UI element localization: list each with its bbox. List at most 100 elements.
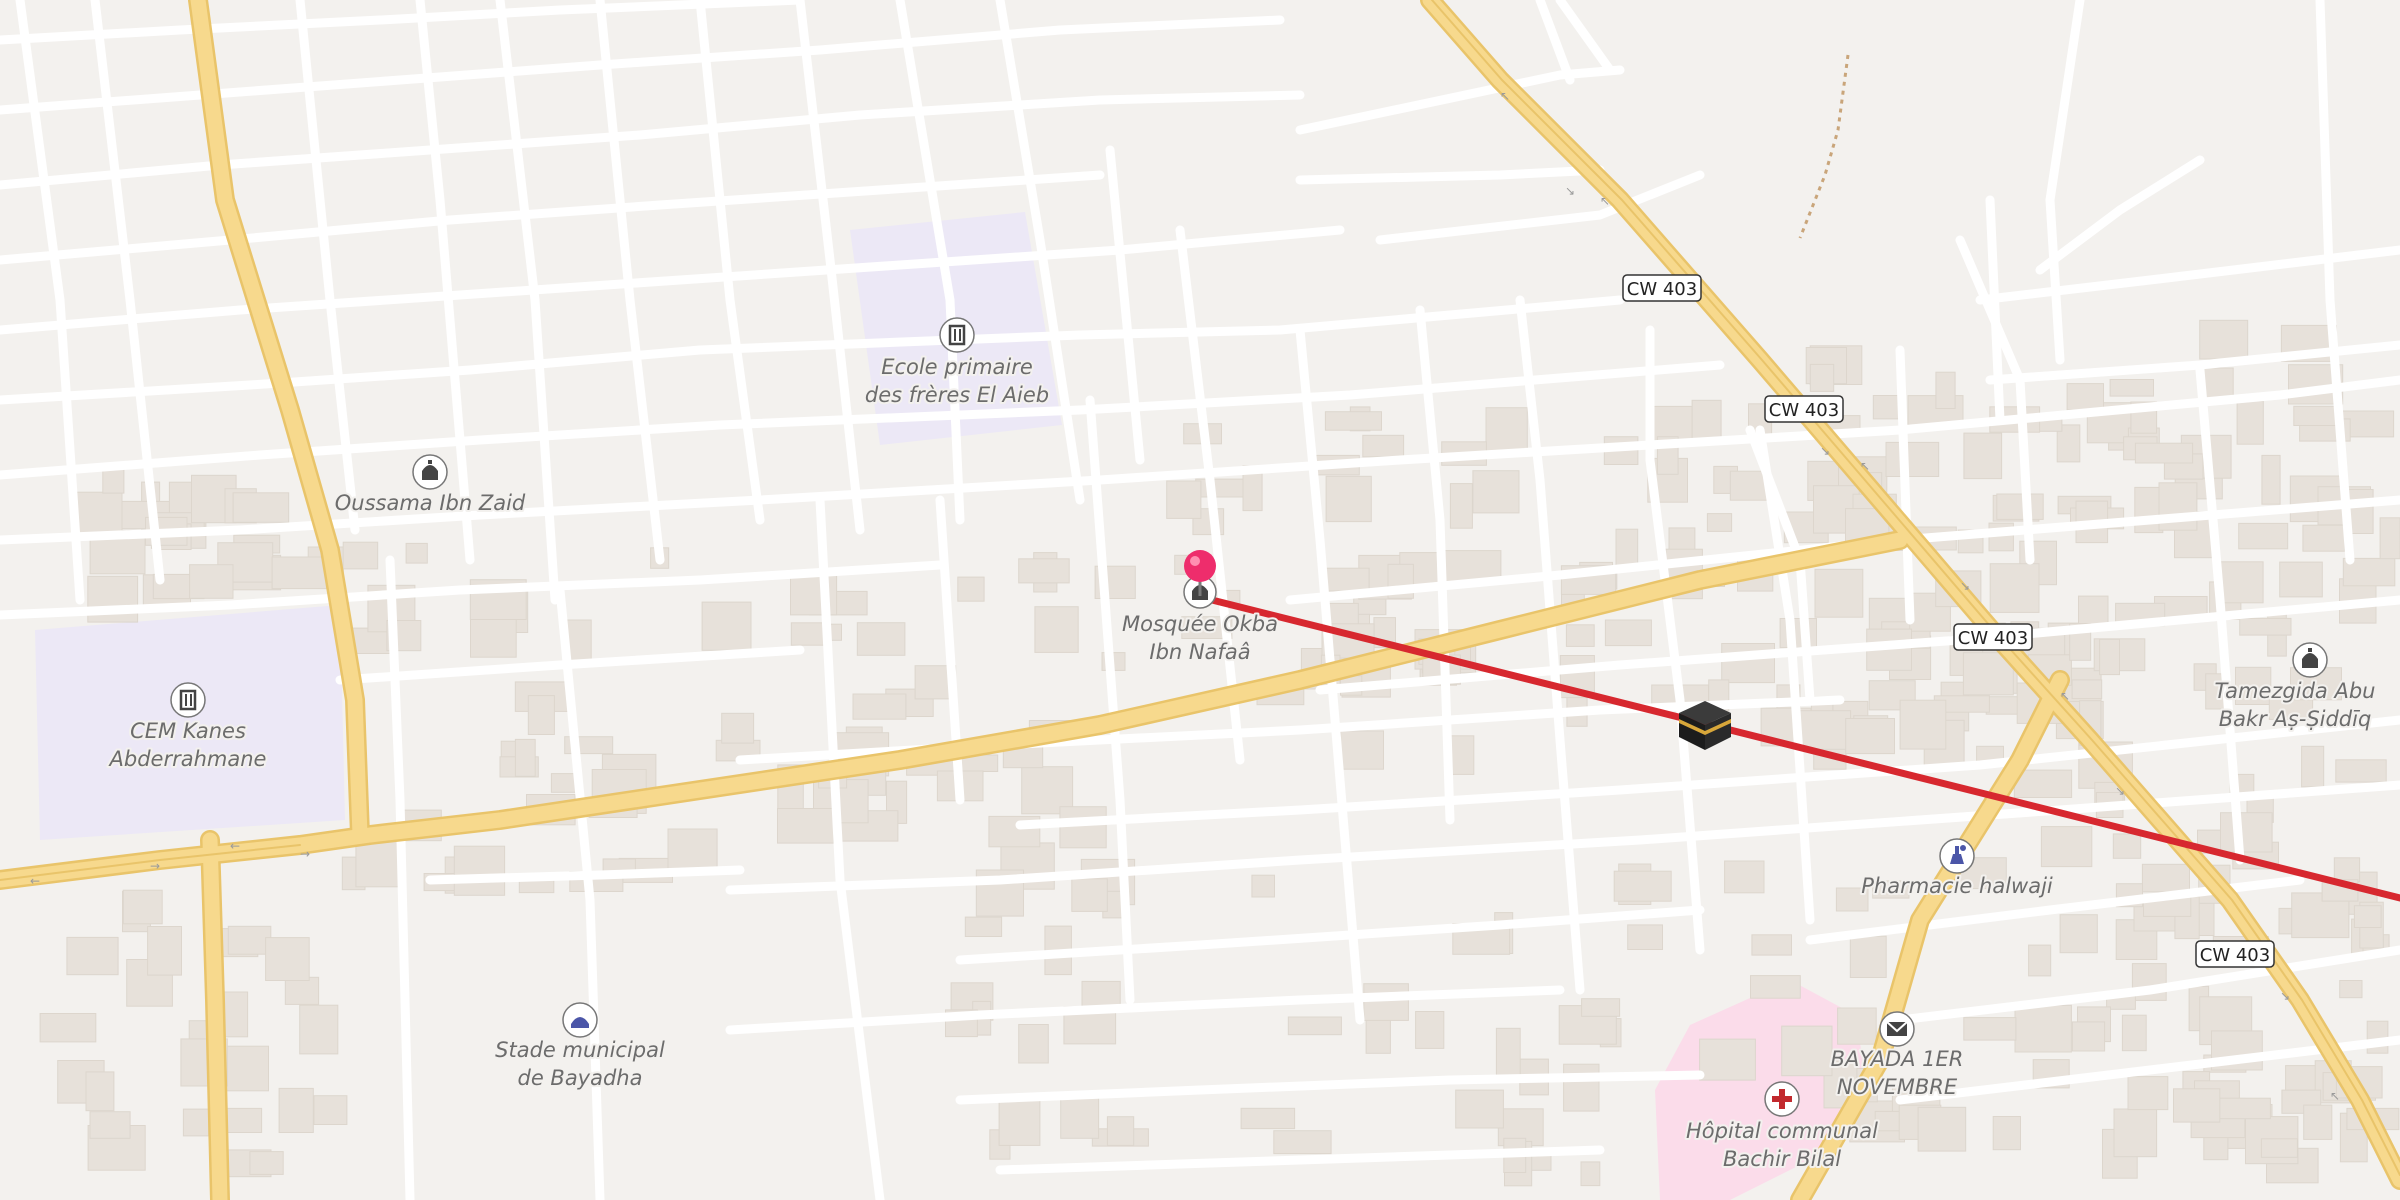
building xyxy=(1106,1116,1135,1146)
building xyxy=(147,926,183,976)
building xyxy=(2302,524,2346,552)
building xyxy=(1565,624,1595,647)
building xyxy=(550,773,577,793)
building xyxy=(2121,1014,2147,1052)
building xyxy=(299,1004,339,1055)
poi-label: Bachir Bilal xyxy=(1723,1147,1841,1171)
building xyxy=(2173,1088,2221,1123)
building xyxy=(405,542,428,564)
svg-text:↘: ↘ xyxy=(2115,784,2125,798)
poi-label: CEM Kanes xyxy=(130,719,246,743)
building xyxy=(790,622,826,646)
building xyxy=(2113,1108,2158,1158)
building xyxy=(2202,367,2234,400)
mosque-icon xyxy=(2292,642,2328,678)
svg-text:↘: ↘ xyxy=(1820,444,1830,458)
building xyxy=(85,1071,115,1112)
building xyxy=(453,845,506,896)
building xyxy=(1615,528,1639,568)
building xyxy=(278,1087,314,1134)
road-shield: CW 403 xyxy=(1764,395,1844,423)
building xyxy=(1781,1025,1833,1077)
building xyxy=(1613,870,1672,902)
building xyxy=(998,1095,1041,1146)
building xyxy=(527,695,555,735)
building xyxy=(1845,718,1895,755)
building xyxy=(1455,1089,1504,1129)
building xyxy=(1814,568,1864,618)
poi-label: Bakr Aṣ-Ṣiddīq xyxy=(2219,707,2372,731)
svg-text:←: ← xyxy=(30,874,40,888)
building xyxy=(1750,975,1801,999)
building xyxy=(182,1108,210,1137)
building xyxy=(856,622,906,656)
svg-text:←: ← xyxy=(230,839,240,853)
building xyxy=(1849,935,1887,979)
building xyxy=(1837,1007,1877,1045)
building xyxy=(249,1151,284,1175)
building xyxy=(1415,1011,1445,1049)
building xyxy=(1563,1063,1600,1112)
building xyxy=(2238,522,2289,550)
poi-label: BAYADA 1ER xyxy=(1831,1047,1964,1071)
building xyxy=(1691,399,1722,440)
building xyxy=(1885,441,1940,477)
building xyxy=(2141,863,2190,893)
poi-label: NOVEMBRE xyxy=(1837,1075,1958,1099)
building xyxy=(1240,1107,1296,1130)
road-shield: CW 403 xyxy=(2195,940,2275,968)
building xyxy=(1325,475,1372,523)
school-icon xyxy=(170,682,206,718)
building xyxy=(2303,1104,2333,1140)
building xyxy=(225,1045,270,1092)
building xyxy=(1580,1161,1601,1187)
building xyxy=(1989,563,2040,613)
building xyxy=(1724,860,1765,894)
building xyxy=(1668,527,1696,553)
building xyxy=(2127,1076,2169,1111)
building xyxy=(271,556,327,590)
building xyxy=(2379,517,2400,560)
building xyxy=(1581,998,1621,1017)
building xyxy=(2040,826,2093,868)
poi-label: des frères El Aieb xyxy=(865,383,1049,407)
building xyxy=(2109,379,2155,397)
poi-label: de Bayadha xyxy=(517,1066,642,1090)
building xyxy=(1996,493,2044,520)
building xyxy=(2071,1021,2106,1052)
building xyxy=(2261,454,2281,505)
building xyxy=(2353,905,2382,929)
building xyxy=(355,838,400,888)
building xyxy=(1917,1106,1967,1152)
road-shield: CW 403 xyxy=(1953,623,2033,651)
svg-text:↖: ↖ xyxy=(1500,89,1510,103)
building xyxy=(1963,432,2003,480)
poi-label: Ecole primaire xyxy=(881,355,1033,379)
building xyxy=(2199,319,2249,360)
poi-label: Mosquée Okba xyxy=(1122,612,1278,636)
map-canvas[interactable]: ↖↘↖ ↘↖↘ ↖↘↘ ↖←→ ←→ CW 403 CW 403 CW 403 … xyxy=(0,0,2400,1200)
svg-text:↖: ↖ xyxy=(2330,1089,2340,1103)
building xyxy=(2260,1138,2298,1158)
mosque-icon xyxy=(412,454,448,490)
building xyxy=(1287,1016,1342,1036)
building xyxy=(1963,1017,2017,1041)
building xyxy=(1071,878,1108,912)
building xyxy=(89,1111,131,1139)
road-shield-label: CW 403 xyxy=(1769,400,1839,421)
svg-text:→: → xyxy=(300,847,310,861)
building xyxy=(1872,395,1900,420)
svg-text:→: → xyxy=(150,859,160,873)
building xyxy=(1495,1027,1521,1076)
building xyxy=(1627,924,1663,951)
building xyxy=(232,492,290,523)
svg-text:↖: ↖ xyxy=(2060,689,2070,703)
building xyxy=(1059,806,1107,849)
building xyxy=(1899,699,1947,750)
building xyxy=(2335,759,2387,783)
building xyxy=(2059,914,2098,954)
building xyxy=(265,937,310,981)
stadium-icon xyxy=(562,1002,598,1038)
building xyxy=(66,936,119,976)
building xyxy=(2134,442,2194,464)
